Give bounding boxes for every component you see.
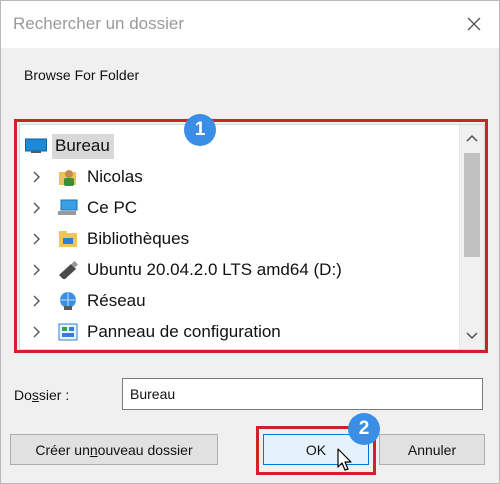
computer-icon — [57, 198, 79, 218]
dialog-description: Browse For Folder — [24, 67, 140, 83]
tree-highlight-frame: Bureau Nicolas Ce PC Bibliothèques Ubunt… — [14, 119, 488, 353]
desktop-icon — [25, 136, 47, 156]
annotation-badge-2: 2 — [348, 413, 380, 445]
chevron-right-icon[interactable] — [29, 264, 43, 276]
new-folder-label-suffix: ouveau dossier — [97, 441, 193, 458]
network-icon — [57, 291, 79, 311]
tree-item-nicolas[interactable]: Nicolas — [20, 163, 460, 191]
tree-item-bureau[interactable]: Bureau — [20, 132, 460, 160]
new-folder-button[interactable]: Créer un n ouveau dossier — [10, 434, 218, 465]
folder-name-input[interactable] — [122, 378, 483, 410]
tree-item-panneau-config[interactable]: Panneau de configuration — [20, 318, 460, 346]
scroll-thumb[interactable] — [464, 153, 480, 257]
folder-label-suffix: sier : — [38, 387, 70, 403]
tree-item-label: Réseau — [87, 291, 146, 310]
cancel-button[interactable]: Annuler — [379, 434, 485, 465]
libraries-icon — [57, 229, 79, 249]
user-folder-icon — [57, 167, 79, 187]
tree-scrollbar[interactable] — [459, 125, 484, 349]
window-title: Rechercher un dossier — [13, 14, 185, 33]
annotation-badge-1: 1 — [184, 114, 216, 146]
tree-item-label: Panneau de configuration — [87, 322, 281, 341]
close-icon — [467, 17, 481, 31]
tree-item-label: Bibliothèques — [87, 229, 190, 248]
scroll-up-button[interactable] — [460, 128, 484, 148]
tree-item-reseau[interactable]: Réseau — [20, 287, 460, 315]
close-button[interactable] — [457, 7, 491, 41]
tree-item-label: Bureau — [52, 133, 114, 159]
scroll-down-button[interactable] — [460, 326, 484, 346]
chevron-right-icon[interactable] — [29, 171, 43, 183]
folder-label: Dossier : — [14, 387, 69, 403]
new-folder-access-key: n — [89, 441, 98, 458]
control-panel-icon — [57, 322, 79, 342]
chevron-right-icon[interactable] — [29, 233, 43, 245]
usb-drive-icon — [57, 260, 79, 280]
tree-item-bibliotheques[interactable]: Bibliothèques — [20, 225, 460, 253]
chevron-right-icon[interactable] — [29, 326, 43, 338]
chevron-down-icon — [466, 332, 478, 340]
mouse-cursor-icon — [337, 448, 352, 471]
ok-label: OK — [305, 441, 327, 458]
tree-item-label: Ubuntu 20.04.2.0 LTS amd64 (D:) — [87, 260, 342, 279]
tree-item-label: Nicolas — [87, 167, 143, 186]
chevron-up-icon — [466, 134, 478, 142]
tree-item-ubuntu-drive[interactable]: Ubuntu 20.04.2.0 LTS amd64 (D:) — [20, 256, 460, 284]
cancel-label: Annuler — [407, 441, 457, 458]
title-bar: Rechercher un dossier — [1, 1, 499, 48]
chevron-right-icon[interactable] — [29, 295, 43, 307]
folder-label-access-key: s — [31, 387, 39, 403]
tree-item-ce-pc[interactable]: Ce PC — [20, 194, 460, 222]
tree-item-label: Ce PC — [87, 198, 138, 217]
folder-tree[interactable]: Bureau Nicolas Ce PC Bibliothèques Ubunt… — [19, 124, 485, 350]
browse-folder-dialog: Rechercher un dossier Browse For Folder … — [0, 0, 500, 484]
new-folder-label-prefix: Créer un — [35, 441, 90, 458]
chevron-right-icon[interactable] — [29, 202, 43, 214]
folder-label-prefix: Do — [14, 387, 32, 403]
